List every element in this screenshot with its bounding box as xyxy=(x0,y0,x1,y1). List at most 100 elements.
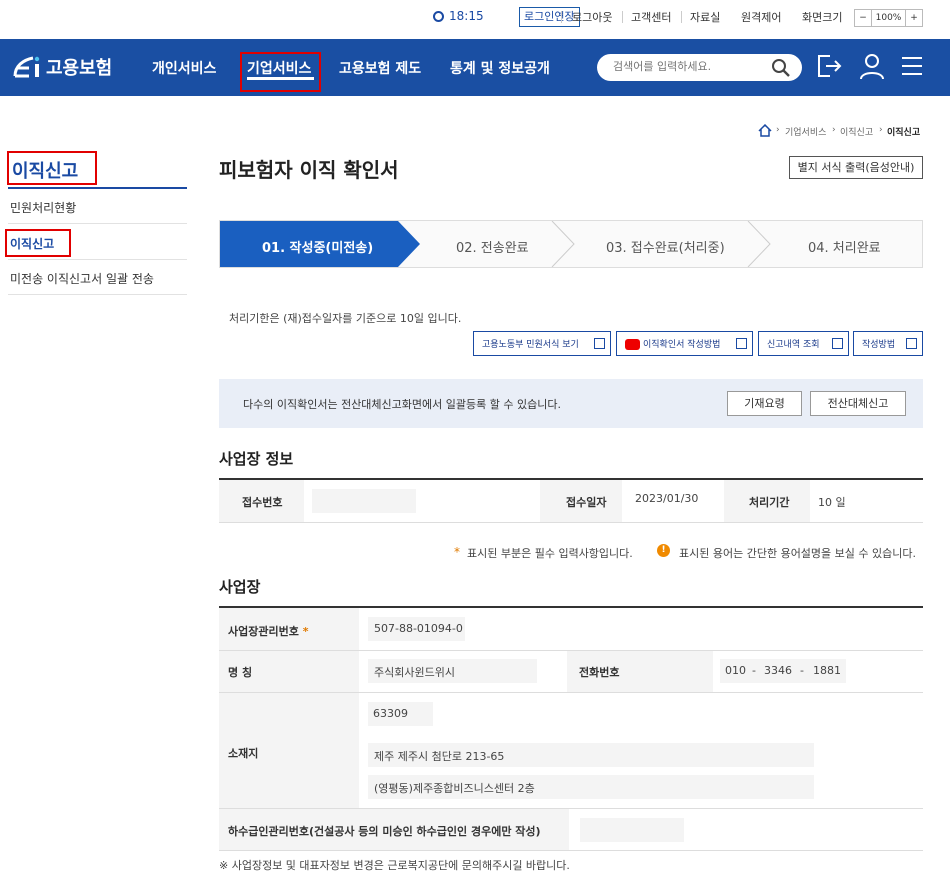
session-time: 18:15 xyxy=(449,9,484,23)
company-name-label: 명 칭 xyxy=(228,666,253,679)
search-input[interactable] xyxy=(613,60,763,73)
company-name-value: 주식회사윈드위시 xyxy=(374,666,455,679)
nav-statistics[interactable]: 통계 및 정보공개 xyxy=(450,58,550,78)
section-title: 사업장 xyxy=(219,578,261,596)
breadcrumb-item[interactable]: 이직신고 xyxy=(840,125,873,138)
highlight-box xyxy=(7,151,97,185)
step-4: 04. 처리완료 xyxy=(808,241,881,256)
breadcrumb-separator: › xyxy=(776,125,780,135)
receipt-no-label: 접수번호 xyxy=(242,496,283,509)
sidebar-item-status[interactable]: 민원처리현황 xyxy=(10,199,76,216)
home-icon[interactable] xyxy=(758,124,772,137)
address-label: 소재지 xyxy=(228,747,259,760)
resources-link[interactable]: 자료실 xyxy=(690,9,720,25)
external-link-icon xyxy=(594,338,605,349)
timer-icon xyxy=(433,11,444,22)
required-legend-text: 표시된 부분은 필수 입력사항입니다. xyxy=(467,547,633,560)
logout-link[interactable]: 로그아웃 xyxy=(572,9,612,25)
info-legend-text: 표시된 용어는 간단한 용어설명을 보실 수 있습니다. xyxy=(679,547,916,560)
zoom-control: − 100% + xyxy=(854,9,923,27)
font-size-label: 화면크기 xyxy=(802,11,843,24)
step-2: 02. 전송완료 xyxy=(456,241,529,256)
breadcrumb-current: 이직신고 xyxy=(887,128,921,138)
step-1-active: 01. 작성중(미전송) xyxy=(262,241,374,256)
external-link-icon xyxy=(832,338,843,349)
youtube-icon xyxy=(625,339,640,350)
remote-control-link[interactable]: 원격제어 xyxy=(741,9,781,25)
mgmt-no-label: 사업장관리번호 * xyxy=(228,625,309,638)
nav-personal-services[interactable]: 개인서비스 xyxy=(152,58,216,78)
row-divider xyxy=(219,850,923,851)
highlight-box xyxy=(5,229,71,257)
guide-video-button[interactable]: 이직확인서 작성방법 xyxy=(616,331,753,356)
processing-period-label: 처리기간 xyxy=(749,496,790,509)
subcontractor-field[interactable] xyxy=(580,818,684,842)
receipt-date-label: 접수일자 xyxy=(566,496,607,509)
batch-notice-box: 다수의 이직확인서는 전산대체신고화면에서 일괄등록 할 수 있습니다. 기재요… xyxy=(219,379,923,428)
subcontractor-label: 하수급인관리번호(건설공사 등의 미승인 하수급인인 경우에만 작성) xyxy=(228,825,541,838)
sidebar-title-underline xyxy=(8,187,187,189)
processing-period-value: 10 일 xyxy=(818,496,846,509)
button-label: 작성방법 xyxy=(862,340,896,350)
section-title: 사업장 정보 xyxy=(219,450,294,468)
button-label: 고용노동부 민원서식 보기 xyxy=(482,340,579,350)
row-divider xyxy=(219,522,923,523)
history-lookup-button[interactable]: 신고내역 조회 xyxy=(758,331,849,356)
sidebar-item-batch-send[interactable]: 미전송 이직신고서 일괄 전송 xyxy=(10,270,154,287)
labor-ministry-forms-button[interactable]: 고용노동부 민원서식 보기 xyxy=(473,331,611,356)
address2-value: (영평동)제주종합비즈니스센터 2층 xyxy=(374,782,535,795)
zoom-out-button[interactable]: − xyxy=(855,10,872,26)
row-divider xyxy=(219,692,923,693)
logo-icon xyxy=(11,54,43,80)
receipt-no-field xyxy=(312,489,416,513)
external-link-icon xyxy=(906,338,917,349)
menu-icon[interactable] xyxy=(901,56,923,76)
logout-icon[interactable] xyxy=(816,53,842,79)
extend-login-button[interactable]: 로그인연장 xyxy=(519,7,580,27)
step-3: 03. 접수완료(처리중) xyxy=(606,241,725,256)
nav-insurance-system[interactable]: 고용보험 제도 xyxy=(339,58,421,78)
required-star: * xyxy=(454,545,460,559)
divider xyxy=(8,223,187,224)
zoom-in-button[interactable]: + xyxy=(905,10,922,26)
highlight-box xyxy=(240,52,321,92)
batch-report-button[interactable]: 전산대체신고 xyxy=(810,391,906,416)
how-to-write-button[interactable]: 작성방법 xyxy=(853,331,923,356)
phone-label: 전화번호 xyxy=(579,666,620,679)
info-icon: ! xyxy=(657,544,670,557)
divider xyxy=(622,11,623,23)
divider xyxy=(8,294,187,295)
utility-bar: 18:15 로그인연장 로그아웃 고객센터 자료실 원격제어 화면크기 − 10… xyxy=(0,0,950,38)
processing-limit-text: 처리기한은 (재)접수일자를 기준으로 10일 입니다. xyxy=(229,312,462,325)
address1-value: 제주 제주시 첨단로 213-65 xyxy=(374,750,505,763)
user-icon[interactable] xyxy=(859,52,885,80)
print-form-button[interactable]: 별지 서식 출력(음성안내) xyxy=(789,156,923,179)
divider xyxy=(681,11,682,23)
breadcrumb-separator: › xyxy=(879,125,883,135)
mgmt-no-value: 507-88-01094-0 xyxy=(374,622,463,635)
phone-part-2: 3346 xyxy=(764,664,792,677)
external-link-icon xyxy=(736,338,747,349)
button-label: 신고내역 조회 xyxy=(767,340,820,350)
breadcrumb-separator: › xyxy=(832,125,836,135)
phone-part-3: 1881 xyxy=(813,664,841,677)
divider xyxy=(8,259,187,260)
breadcrumb-item[interactable]: 기업서비스 xyxy=(785,125,826,138)
logo-text: 고용보험 xyxy=(46,58,113,79)
divider xyxy=(561,11,562,23)
footnote: ※ 사업장정보 및 대표자정보 변경은 근로복지공단에 문의해주시길 바랍니다. xyxy=(219,859,570,872)
zoom-value: 100% xyxy=(875,13,902,23)
search-icon[interactable] xyxy=(771,58,791,78)
search-box xyxy=(597,54,802,81)
logo[interactable]: 고용보험 xyxy=(11,54,112,80)
progress-steps: 01. 작성중(미전송) 02. 전송완료 03. 접수완료(처리중) 04. … xyxy=(219,220,923,268)
phone-part-1: 010 xyxy=(725,664,746,677)
customer-center-link[interactable]: 고객센터 xyxy=(631,9,671,25)
receipt-date-value: 2023/01/30 xyxy=(635,492,699,505)
phone-separator: - xyxy=(752,664,756,677)
phone-separator: - xyxy=(800,664,804,677)
button-label: 이직확인서 작성방법 xyxy=(643,340,721,350)
page-title: 피보험자 이직 확인서 xyxy=(219,158,399,182)
zip-value: 63309 xyxy=(373,707,408,720)
guide-button[interactable]: 기재요령 xyxy=(727,391,802,416)
